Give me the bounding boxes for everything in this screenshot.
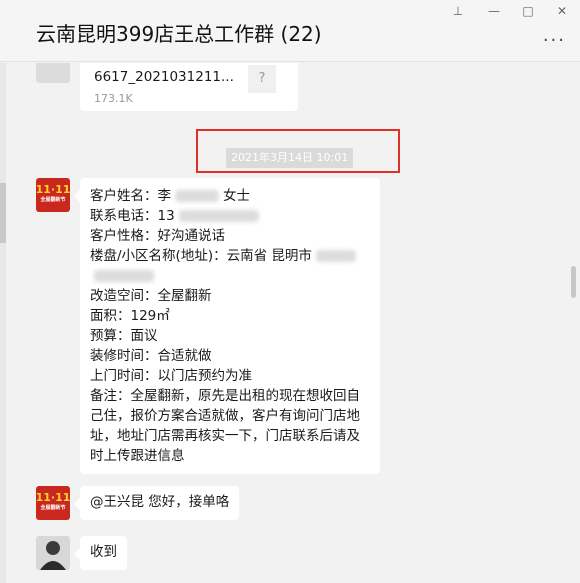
order-line: 面积：129㎡ xyxy=(90,308,170,324)
brand-logo-text: 11·11 xyxy=(36,183,70,196)
brand-avatar[interactable]: 11·11 全屋翻新节 xyxy=(36,486,70,520)
more-options-icon[interactable]: ··· xyxy=(543,30,566,51)
order-message[interactable]: 客户姓名：李 女士 联系电话：13 客户性格：好沟通说话 楼盘/小区名称(地址)：… xyxy=(74,178,380,474)
ack-message[interactable]: 收到 xyxy=(74,536,127,570)
order-line: 上门时间：以门店预约为准 xyxy=(90,368,252,384)
reply-message[interactable]: @王兴昆 您好，接单咯 xyxy=(73,486,240,520)
maximize-icon[interactable]: □ xyxy=(517,2,539,20)
order-note: 备注：全屋翻新，原先是出租的现在想收回自己住，报价方案合适就做，客户有询问门店地… xyxy=(90,388,360,464)
order-line: 客户姓名：李 女士 xyxy=(90,188,250,204)
pin-icon[interactable]: ⊥ xyxy=(447,2,469,20)
brand-logo-sub: 全屋翻新节 xyxy=(40,505,66,511)
unknown-file-icon: ? xyxy=(248,65,276,93)
brand-logo-sub: 全屋翻新节 xyxy=(40,197,66,203)
brand-avatar[interactable]: 11·11 全屋翻新节 xyxy=(36,178,70,212)
minimize-icon[interactable]: — xyxy=(483,2,505,20)
order-line: 装修时间：合适就做 xyxy=(90,348,212,364)
brand-logo-text: 11·11 xyxy=(36,491,70,504)
message-timestamp: 2021年3月14日 10:01 xyxy=(226,148,354,168)
message-list: 6617_2021031211... 173.1K ? 2021年3月14日 1… xyxy=(0,63,580,583)
order-line: 预算：面议 xyxy=(90,328,158,344)
order-line: 客户性格：好沟通说话 xyxy=(90,228,225,244)
chat-title-bar: 云南昆明399店王总工作群 (22) ⊥ — □ ✕ ··· xyxy=(0,0,580,62)
order-line-redacted xyxy=(90,266,370,286)
sender-avatar[interactable] xyxy=(36,63,70,83)
file-message[interactable]: 6617_2021031211... 173.1K ? xyxy=(80,63,298,111)
close-icon[interactable]: ✕ xyxy=(551,2,573,20)
order-line: 联系电话：13 xyxy=(90,206,370,226)
chat-title: 云南昆明399店王总工作群 (22) xyxy=(36,22,322,46)
person-avatar[interactable] xyxy=(36,536,70,570)
order-line: 楼盘/小区名称(地址)：云南省 昆明市 xyxy=(90,246,370,266)
order-line: 改造空间：全屋翻新 xyxy=(90,288,212,304)
